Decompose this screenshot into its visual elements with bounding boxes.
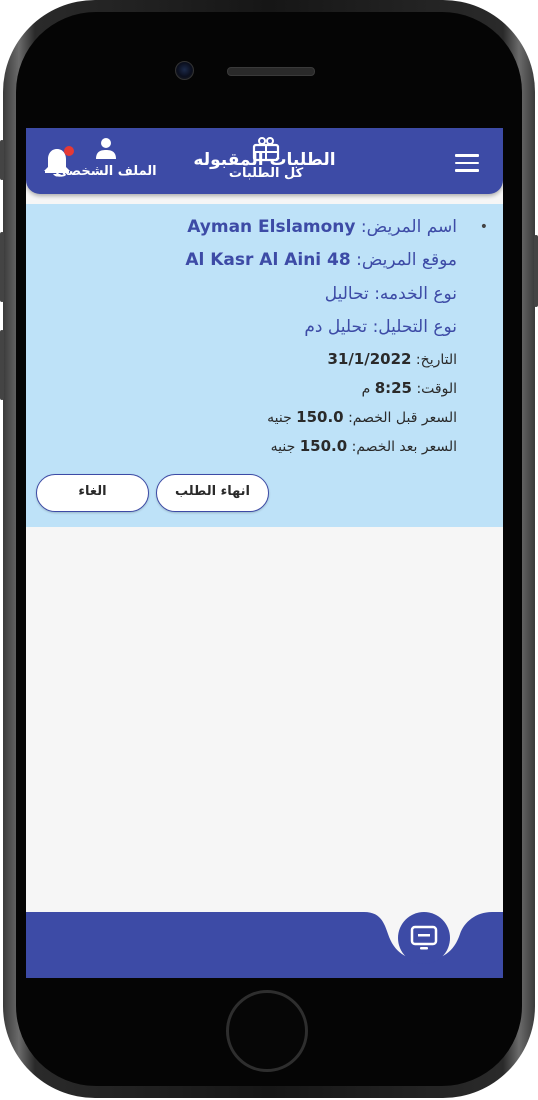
price-before-discount-row: السعر قبل الخصم: 150.0 جنيه xyxy=(267,407,457,426)
price-after-discount-row: السعر بعد الخصم: 150.0 جنيه xyxy=(271,436,457,455)
patient-name-row: اسم المريض: Ayman Elslamony xyxy=(187,217,457,237)
earpiece-speaker xyxy=(227,67,315,76)
time-row: الوقت: 8:25 م xyxy=(362,378,457,397)
monitor-icon xyxy=(410,925,438,950)
nav-all-requests[interactable]: كل الطلبات xyxy=(226,136,306,181)
time-period: م xyxy=(361,381,375,397)
price-before-currency: جنيه xyxy=(267,410,297,426)
front-camera xyxy=(175,61,194,80)
hamburger-menu-icon[interactable] xyxy=(455,154,479,172)
app-screen: الطلبات المقبوله • اسم المريض: Ayman Els… xyxy=(26,128,503,978)
power-button xyxy=(534,235,538,307)
date-value: 31/1/2022 xyxy=(327,350,412,368)
analysis-type-row: نوع التحليل: تحليل دم xyxy=(304,317,457,337)
patient-location-label: موقع المريض: xyxy=(350,250,457,270)
price-after-value: 150.0 xyxy=(299,437,348,455)
date-row: التاريخ: 31/1/2022 xyxy=(327,349,457,368)
list-bullet: • xyxy=(479,219,488,235)
price-before-label: السعر قبل الخصم: xyxy=(343,410,457,426)
service-type-row: نوع الخدمه: تحاليل xyxy=(324,284,457,304)
patient-name-value: Ayman Elslamony xyxy=(187,217,356,237)
volume-down-button xyxy=(0,330,4,400)
patient-location-row: موقع المريض: Al Kasr Al Aini 48 xyxy=(185,250,457,270)
volume-up-button xyxy=(0,232,4,302)
patient-location-value: Al Kasr Al Aini 48 xyxy=(185,250,351,270)
mute-switch xyxy=(0,140,4,180)
gift-box-icon xyxy=(252,137,280,162)
cancel-request-button[interactable]: الغاء xyxy=(36,474,149,512)
finish-request-button[interactable]: انهاء الطلب xyxy=(156,474,269,512)
price-after-currency: جنيه xyxy=(270,439,300,455)
person-icon xyxy=(96,138,116,159)
nav-all-requests-label: كل الطلبات xyxy=(228,166,304,181)
price-after-label: السعر بعد الخصم: xyxy=(347,439,457,455)
time-value: 8:25 xyxy=(374,379,412,397)
date-label: التاريخ: xyxy=(411,352,457,368)
time-label: الوقت: xyxy=(412,381,457,397)
price-before-value: 150.0 xyxy=(296,408,344,426)
current-requests-fab[interactable] xyxy=(398,912,450,964)
home-button[interactable] xyxy=(226,990,308,1072)
nav-profile-label: الملف الشخصى xyxy=(55,164,157,179)
nav-profile[interactable]: الملف الشخصى xyxy=(51,136,161,179)
patient-name-label: اسم المريض: xyxy=(355,217,457,237)
